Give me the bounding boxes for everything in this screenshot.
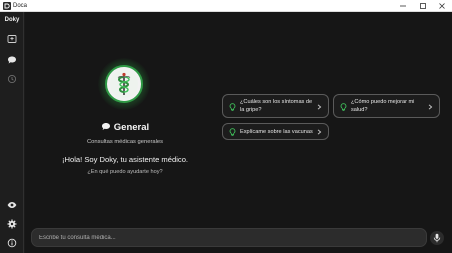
new-chat-icon: [7, 35, 17, 43]
mode-heading: General: [25, 122, 225, 134]
window-titlebar: Doca: [0, 0, 452, 12]
chevron-right-icon: [428, 104, 433, 110]
window-title: Doca: [13, 3, 28, 9]
info-icon: [7, 238, 17, 248]
suggestion-chip-vaccines[interactable]: Explícame sobre las vacunas: [222, 123, 329, 140]
gear-icon: [7, 219, 17, 229]
chats-button[interactable]: [4, 53, 20, 67]
microphone-icon: [433, 233, 441, 243]
chevron-right-icon: [317, 129, 322, 135]
sidebar-brand: Doky: [4, 17, 20, 23]
suggestion-text: Explícame sobre las vacunas: [240, 129, 313, 135]
app-icon: [3, 2, 11, 10]
greeting-headline: ¡Hola! Soy Doky, tu asistente médico.: [61, 155, 189, 164]
suggestion-chip-health[interactable]: ¿Cómo puedo mejorar mi salud?: [333, 94, 440, 118]
new-chat-button[interactable]: [4, 32, 20, 46]
microphone-button[interactable]: [430, 231, 444, 245]
caduceus-logo-icon: [110, 70, 138, 98]
mode-title: General: [113, 122, 150, 133]
history-button[interactable]: [4, 72, 20, 86]
lightbulb-icon: [229, 103, 236, 111]
close-icon[interactable]: [432, 0, 452, 12]
message-input-bar: [31, 228, 427, 247]
doky-avatar: [105, 65, 143, 103]
settings-button[interactable]: [4, 217, 20, 231]
chat-bubble-icon: [8, 56, 16, 64]
greeting-question: ¿En qué puedo ayudarte hoy?: [87, 169, 163, 175]
suggestion-text: ¿Cuáles son los síntomas de la gripe?: [240, 99, 313, 113]
lightbulb-icon: [229, 128, 236, 136]
main-panel: General Consultas médicas generales ¡Hol…: [25, 12, 452, 253]
suggestion-chip-flu[interactable]: ¿Cuáles son los síntomas de la gripe?: [222, 94, 329, 118]
mode-subtitle: Consultas médicas generales: [86, 139, 164, 145]
suggestion-text: ¿Cómo puedo mejorar mi salud?: [351, 99, 415, 113]
lightbulb-icon: [340, 103, 347, 111]
chat-bubble-icon: [101, 122, 111, 134]
history-icon: [7, 74, 17, 84]
minimize-icon[interactable]: [393, 0, 413, 12]
view-button[interactable]: [4, 198, 20, 212]
info-button[interactable]: [4, 236, 20, 250]
message-input[interactable]: [39, 232, 419, 244]
chevron-right-icon: [317, 104, 322, 110]
eye-icon: [7, 202, 17, 208]
sidebar: Doky: [0, 12, 24, 253]
maximize-icon[interactable]: [413, 0, 433, 12]
